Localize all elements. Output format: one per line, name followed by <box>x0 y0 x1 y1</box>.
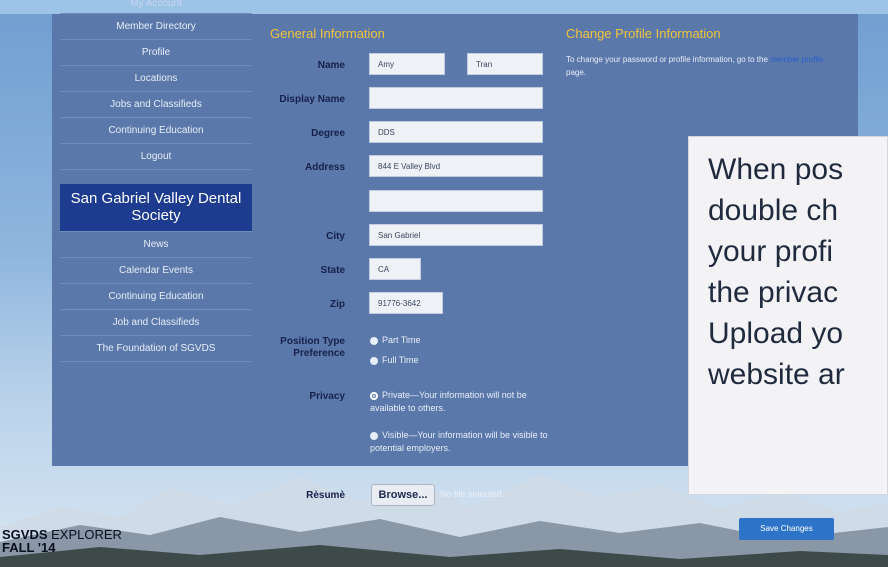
sidebar-item-profile[interactable]: Profile <box>60 40 252 66</box>
callout-line: your profi <box>708 235 834 268</box>
degree-label: Degree <box>311 128 345 139</box>
sidebar-item-my-account[interactable]: My Account <box>60 0 252 14</box>
sidebar: My Account Member Directory Profile Loca… <box>60 0 252 362</box>
address-label: Address <box>304 162 345 173</box>
zip-label: Zip <box>330 299 345 310</box>
radio-private-circle[interactable] <box>370 391 378 400</box>
resume-label: Rèsumè <box>306 490 345 501</box>
change-profile-text-after: page. <box>566 68 587 77</box>
zip-field[interactable]: 91776-3642 <box>369 292 443 314</box>
sidebar-item-job-classifieds[interactable]: Job and Classifieds <box>60 310 252 336</box>
callout-line: When pos <box>708 153 844 186</box>
browse-button[interactable]: Browse... <box>371 484 435 506</box>
radio-visible[interactable]: Visible—Your information will be visible… <box>370 429 550 455</box>
change-profile-text: To change your password or profile infor… <box>566 53 836 79</box>
radio-full-time[interactable]: Full Time <box>370 354 419 367</box>
radio-part-time[interactable]: Part Time <box>370 334 421 347</box>
radio-private-label: Private—Your information will not be ava… <box>370 390 527 413</box>
state-field[interactable]: CA <box>369 258 421 280</box>
sidebar-item-logout[interactable]: Logout <box>60 144 252 170</box>
display-name-label: Display Name <box>279 94 345 105</box>
last-name-field[interactable]: Tran <box>467 53 543 75</box>
callout-line: double ch <box>708 194 839 227</box>
sidebar-item-locations[interactable]: Locations <box>60 66 252 92</box>
sidebar-item-continuing-education-2[interactable]: Continuing Education <box>60 284 252 310</box>
radio-private[interactable]: Private—Your information will not be ava… <box>370 389 550 415</box>
sidebar-item-news[interactable]: News <box>60 232 252 258</box>
callout-line: the privac <box>708 276 839 309</box>
address-line1-field[interactable]: 844 E Valley Blvd <box>369 155 543 177</box>
name-label: Name <box>317 60 345 71</box>
sidebar-item-calendar-events[interactable]: Calendar Events <box>60 258 252 284</box>
state-label: State <box>320 265 345 276</box>
callout-line: website ar <box>708 358 845 391</box>
city-field[interactable]: San Gabriel <box>369 224 543 246</box>
callout-box: When pos double ch your profi the privac… <box>688 136 888 495</box>
footer-issue: FALL '14 <box>2 540 56 555</box>
magazine-footer: SGVDS EXPLORER FALL '14 <box>2 528 122 554</box>
callout-line: Upload yo <box>708 317 844 350</box>
callout-text: When pos double ch your profi the privac… <box>708 149 887 395</box>
footer-brand-rest: EXPLORER <box>47 527 122 542</box>
change-profile-text-before: To change your password or profile infor… <box>566 55 768 64</box>
change-profile-title: Change Profile Information <box>566 26 721 41</box>
member-profile-link[interactable]: member profile <box>770 55 823 64</box>
city-label: City <box>326 231 345 242</box>
position-type-label: Position Type Preference <box>280 336 345 359</box>
degree-field[interactable]: DDS <box>369 121 543 143</box>
display-name-field[interactable] <box>369 87 543 109</box>
radio-full-time-circle[interactable] <box>370 356 378 365</box>
general-information-title: General Information <box>270 26 385 41</box>
first-name-field[interactable]: Amy <box>369 53 445 75</box>
sidebar-item-jobs-classifieds[interactable]: Jobs and Classifieds <box>60 92 252 118</box>
society-brand[interactable]: San Gabriel Valley Dental Society <box>60 184 252 232</box>
privacy-label: Privacy <box>309 391 345 402</box>
sidebar-item-continuing-education[interactable]: Continuing Education <box>60 118 252 144</box>
radio-full-time-label: Full Time <box>382 355 419 365</box>
radio-visible-circle[interactable] <box>370 431 378 440</box>
radio-part-time-circle[interactable] <box>370 336 378 345</box>
radio-part-time-label: Part Time <box>382 335 421 345</box>
sidebar-item-foundation[interactable]: The Foundation of SGVDS <box>60 336 252 362</box>
save-changes-button[interactable]: Save Changes <box>739 518 834 540</box>
address-line2-field[interactable] <box>369 190 543 212</box>
radio-visible-label: Visible—Your information will be visible… <box>370 430 548 453</box>
sidebar-item-member-directory[interactable]: Member Directory <box>60 14 252 40</box>
file-status: No file selected. <box>440 489 505 499</box>
